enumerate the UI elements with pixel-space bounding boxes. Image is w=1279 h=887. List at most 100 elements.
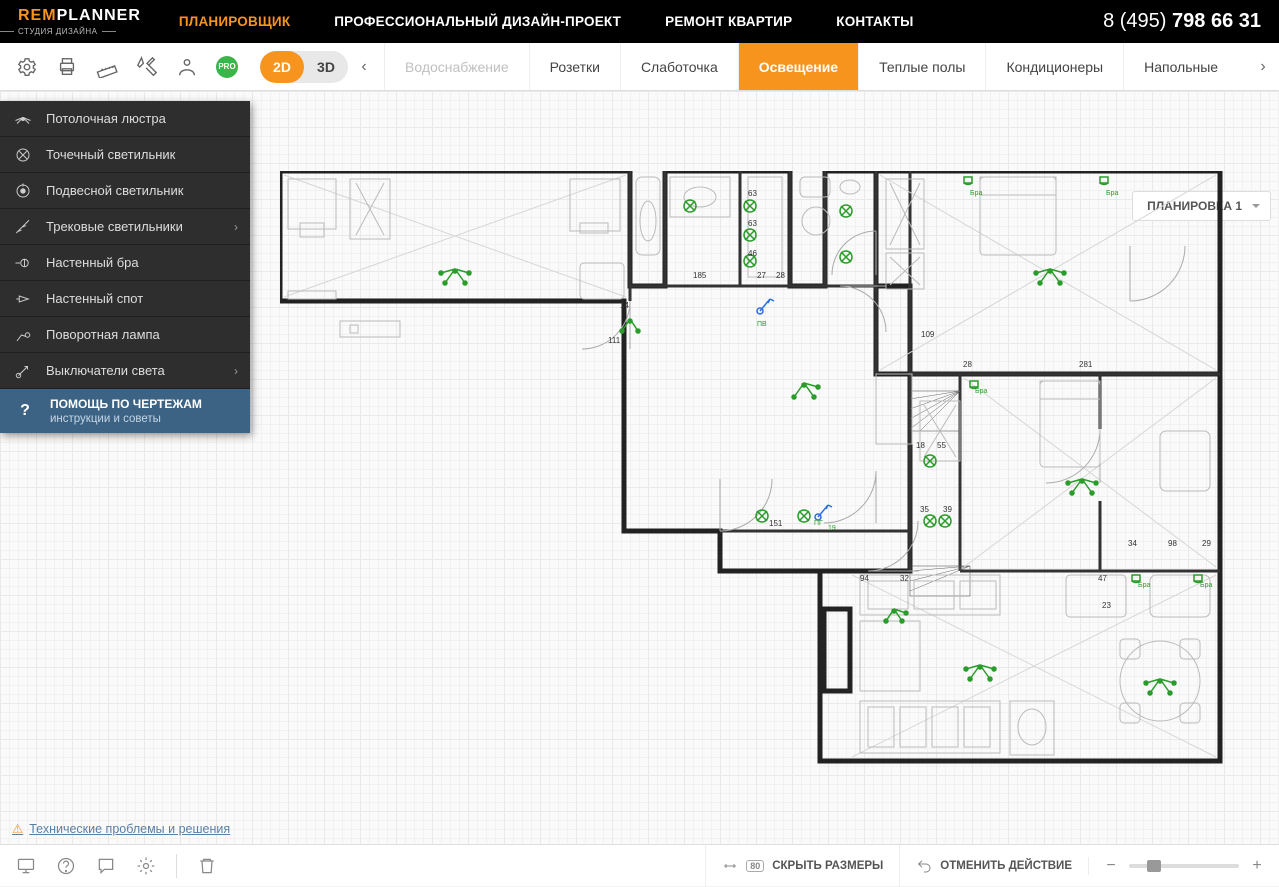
view-toggle: 2D 3D <box>260 51 348 83</box>
svg-text:63: 63 <box>748 219 757 228</box>
ruler-icon[interactable] <box>96 56 118 78</box>
svg-text:28: 28 <box>776 271 785 280</box>
tab-water[interactable]: Водоснабжение <box>384 43 529 90</box>
pendant-light-icon <box>14 182 32 200</box>
help-circle-icon[interactable] <box>56 856 76 876</box>
hide-dimensions-button[interactable]: 80 СКРЫТЬ РАЗМЕРЫ <box>705 845 899 887</box>
logo[interactable]: REMPLANNER СТУДИЯ ДИЗАЙНА <box>18 8 141 36</box>
svg-text:47: 47 <box>1098 574 1107 583</box>
main-nav: ПЛАНИРОВЩИК ПРОФЕССИОНАЛЬНЫЙ ДИЗАЙН-ПРОЕ… <box>179 14 914 29</box>
hide-dims-badge: 80 <box>746 860 764 872</box>
ceiling-light-icon <box>14 110 32 128</box>
sidebar-item-label: Трековые светильники <box>46 219 183 234</box>
sidebar-item-swivel-lamp[interactable]: Поворотная лампа <box>0 317 250 353</box>
svg-text:46: 46 <box>748 249 757 258</box>
track-light-icon <box>14 218 32 236</box>
svg-text:Бра: Бра <box>1138 582 1150 589</box>
zoom-in-button[interactable]: + <box>1249 857 1265 875</box>
trash-icon[interactable] <box>197 856 217 876</box>
svg-text:ПВ: ПВ <box>757 321 767 328</box>
sidebar-item-label: Точечный светильник <box>46 147 175 162</box>
nav-contacts[interactable]: КОНТАКТЫ <box>836 14 913 29</box>
sidebar-item-label: Поворотная лампа <box>46 327 160 342</box>
tabs-scroll-right-icon[interactable]: › <box>1247 58 1279 76</box>
wall-spot-icon <box>14 290 32 308</box>
view-3d-button[interactable]: 3D <box>304 51 348 83</box>
chat-icon[interactable] <box>96 856 116 876</box>
nav-pro-design[interactable]: ПРОФЕССИОНАЛЬНЫЙ ДИЗАЙН-ПРОЕКТ <box>334 14 621 29</box>
svg-text:Бра: Бра <box>975 388 987 395</box>
svg-text:34: 34 <box>1128 539 1137 548</box>
logo-text-rem: REM <box>18 7 57 24</box>
settings-icon[interactable] <box>16 56 38 78</box>
spot-light-icon <box>14 146 32 164</box>
sidebar-item-wall-sconce[interactable]: Настенный бра <box>0 245 250 281</box>
plan-tabs: Водоснабжение Розетки Слаботочка Освещен… <box>384 43 1247 90</box>
sidebar-item-switches[interactable]: Выключатели света › <box>0 353 250 389</box>
svg-text:Бра: Бра <box>970 190 982 197</box>
sidebar-help-subtitle: инструкции и советы <box>50 413 202 425</box>
hide-dims-label: СКРЫТЬ РАЗМЕРЫ <box>772 860 883 872</box>
svg-text:ПГ: ПГ <box>814 520 823 527</box>
phone-number: 8 (495) 798 66 31 <box>1103 10 1261 33</box>
svg-text:28: 28 <box>963 360 972 369</box>
sidebar-item-label: Настенный спот <box>46 291 143 306</box>
sidebar-item-label: Настенный бра <box>46 255 139 270</box>
sidebar-item-wall-spot[interactable]: Настенный спот <box>0 281 250 317</box>
tech-issues-link[interactable]: ⚠ Технические проблемы и решения <box>12 821 230 836</box>
svg-text:55: 55 <box>937 441 946 450</box>
sidebar-item-label: Выключатели света <box>46 363 165 378</box>
tab-sockets[interactable]: Розетки <box>529 43 620 90</box>
svg-text:29: 29 <box>1202 539 1211 548</box>
svg-text:151: 151 <box>769 519 783 528</box>
sidebar-item-pendant-light[interactable]: Подвесной светильник <box>0 173 250 209</box>
sidebar-item-label: Подвесной светильник <box>46 183 183 198</box>
settings-small-icon[interactable] <box>136 856 156 876</box>
svg-text:185: 185 <box>693 271 707 280</box>
pro-badge[interactable]: PRO <box>216 56 238 78</box>
lighting-sidebar: Потолочная люстра Точечный светильник По… <box>0 101 250 433</box>
nav-renovation[interactable]: РЕМОНТ КВАРТИР <box>665 14 792 29</box>
sidebar-item-track-light[interactable]: Трековые светильники › <box>0 209 250 245</box>
svg-text:109: 109 <box>921 330 935 339</box>
undo-button[interactable]: ОТМЕНИТЬ ДЕЙСТВИЕ <box>899 845 1088 887</box>
person-icon[interactable] <box>176 56 198 78</box>
separator <box>176 854 177 878</box>
tabs-scroll-left-icon[interactable]: ‹ <box>348 58 380 76</box>
svg-text:281: 281 <box>1079 360 1093 369</box>
sidebar-help-title: ПОМОЩЬ ПО ЧЕРТЕЖАМ <box>50 397 202 411</box>
view-2d-button[interactable]: 2D <box>260 51 304 83</box>
warning-icon: ⚠ <box>12 821 23 836</box>
logo-tagline: СТУДИЯ ДИЗАЙНА <box>18 27 98 36</box>
undo-label: ОТМЕНИТЬ ДЕЙСТВИЕ <box>940 860 1072 872</box>
svg-text:35: 35 <box>920 505 929 514</box>
tab-warmfloor[interactable]: Теплые полы <box>858 43 985 90</box>
sidebar-item-label: Потолочная люстра <box>46 111 166 126</box>
zoom-slider[interactable] <box>1129 864 1239 868</box>
nav-planner[interactable]: ПЛАНИРОВЩИК <box>179 14 290 29</box>
sidebar-help[interactable]: ? ПОМОЩЬ ПО ЧЕРТЕЖАМ инструкции и советы <box>0 389 250 433</box>
svg-text:32: 32 <box>900 574 909 583</box>
sidebar-item-ceiling-light[interactable]: Потолочная люстра <box>0 101 250 137</box>
tools-icon[interactable] <box>136 56 158 78</box>
svg-text:18: 18 <box>916 441 925 450</box>
toolbar-icon-group: PRO <box>0 56 254 78</box>
tab-flooring[interactable]: Напольные <box>1123 43 1238 90</box>
phone-prefix: 8 (495) <box>1103 10 1172 32</box>
zoom-control: − + <box>1088 857 1279 875</box>
tab-lighting[interactable]: Освещение <box>738 43 858 90</box>
tab-lowcurrent[interactable]: Слаботочка <box>620 43 738 90</box>
logo-text-planner: PLANNER <box>57 7 141 24</box>
zoom-out-button[interactable]: − <box>1103 857 1119 875</box>
floor-plan[interactable]: 125 233 75 <box>280 171 1224 781</box>
svg-text:39: 39 <box>943 505 952 514</box>
svg-text:Бра: Бра <box>1200 582 1212 589</box>
print-icon[interactable] <box>56 56 78 78</box>
zoom-handle[interactable] <box>1147 860 1161 872</box>
floor-plan-svg: 125 233 75 <box>280 171 1224 781</box>
sidebar-item-spot-light[interactable]: Точечный светильник <box>0 137 250 173</box>
svg-text:Бра: Бра <box>1106 190 1118 197</box>
screen-icon[interactable] <box>16 856 36 876</box>
tab-ac[interactable]: Кондиционеры <box>985 43 1123 90</box>
switch-icon <box>14 362 32 380</box>
